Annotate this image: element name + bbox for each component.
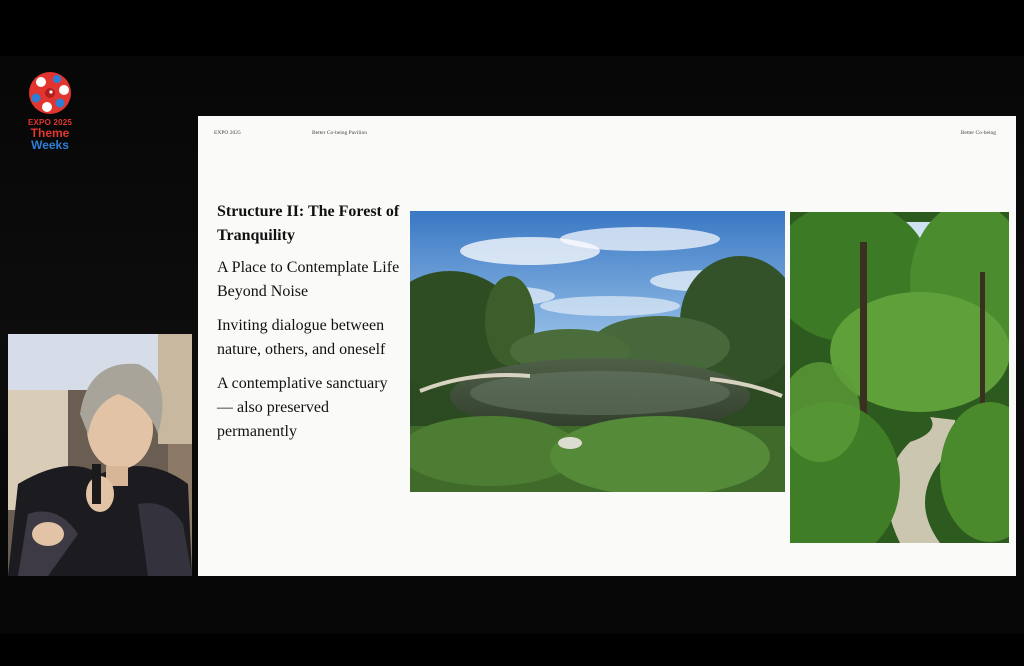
slide-header-left: EXPO 2025	[214, 130, 241, 136]
slide-header-center: Better Co-being Pavilion	[312, 130, 367, 136]
expo-logo: EXPO 2025 Theme Weeks	[22, 70, 78, 152]
presentation-slide: EXPO 2025 Better Co-being Pavilion Bette…	[198, 116, 1016, 576]
slide-title: Structure II: The Forest of Tranquility	[217, 203, 400, 244]
letterbox-top	[0, 0, 1024, 56]
slide-point-3: A contemplative sanctuary — also preserv…	[217, 375, 388, 440]
slide-point-2: Inviting dialogue between nature, others…	[217, 317, 386, 358]
slide-header-right: Better Co-being	[960, 130, 996, 136]
letterbox-bottom	[0, 634, 1024, 666]
forest-path-photo	[790, 212, 1009, 543]
pond-photo	[410, 211, 785, 492]
slide-point-1: A Place to Contemplate Life Beyond Noise	[217, 259, 400, 300]
video-frame: EXPO 2025 Theme Weeks EXPO 2025 Better C…	[0, 0, 1024, 666]
logo-text-weeks: Weeks	[31, 138, 69, 152]
slide-text-column: Structure II: The Forest of Tranquility …	[217, 200, 407, 454]
expo-logo-icon	[29, 72, 71, 114]
speaker-video-feed	[8, 334, 192, 576]
